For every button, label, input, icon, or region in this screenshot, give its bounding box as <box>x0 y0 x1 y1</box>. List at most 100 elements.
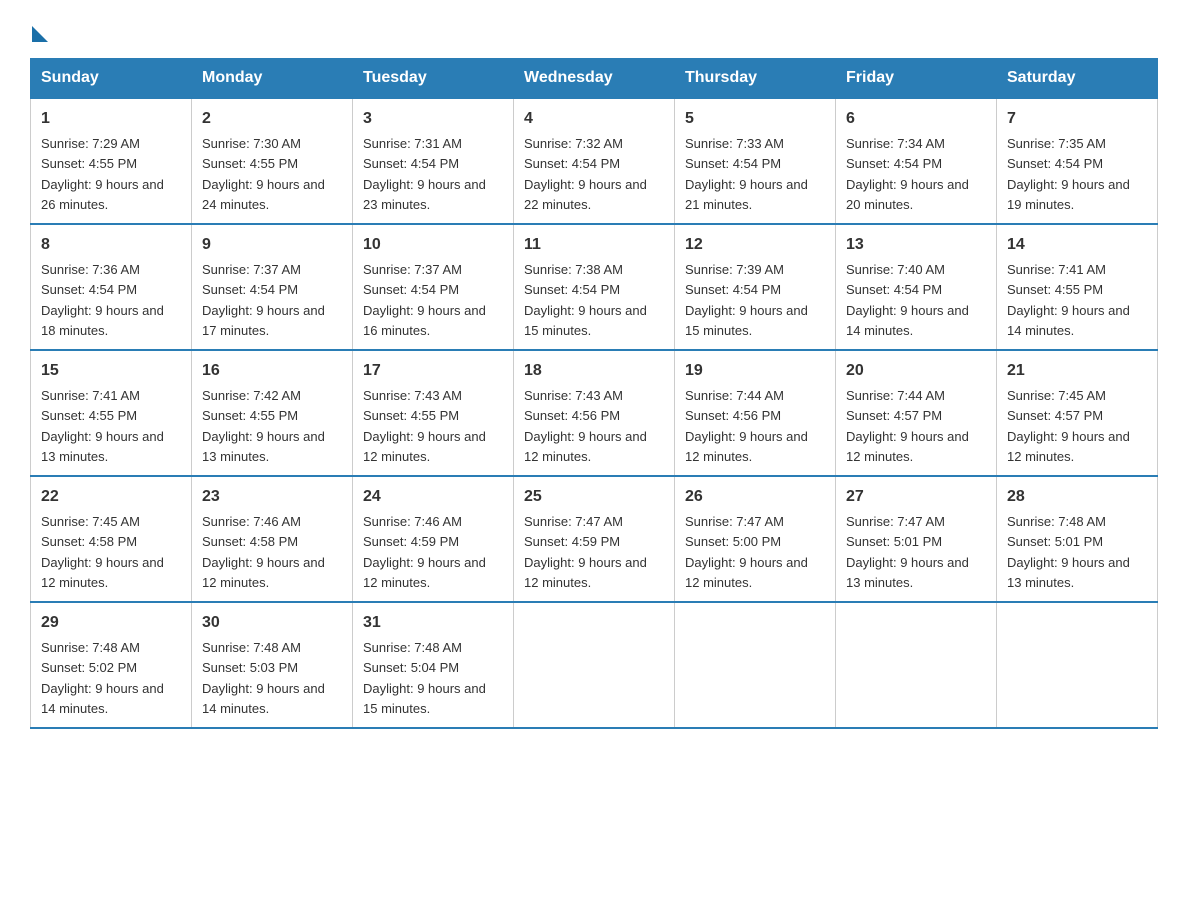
day-number: 9 <box>202 233 342 257</box>
calendar-cell <box>675 602 836 728</box>
day-sunrise: Sunrise: 7:43 AM <box>363 388 462 403</box>
day-daylight: Daylight: 9 hours and 15 minutes. <box>524 303 647 338</box>
day-sunrise: Sunrise: 7:44 AM <box>685 388 784 403</box>
day-daylight: Daylight: 9 hours and 12 minutes. <box>363 555 486 590</box>
day-number: 14 <box>1007 233 1147 257</box>
day-number: 10 <box>363 233 503 257</box>
day-daylight: Daylight: 9 hours and 12 minutes. <box>41 555 164 590</box>
day-daylight: Daylight: 9 hours and 18 minutes. <box>41 303 164 338</box>
day-sunrise: Sunrise: 7:36 AM <box>41 262 140 277</box>
logo <box>30 20 48 38</box>
day-sunrise: Sunrise: 7:43 AM <box>524 388 623 403</box>
day-daylight: Daylight: 9 hours and 14 minutes. <box>1007 303 1130 338</box>
day-sunset: Sunset: 5:01 PM <box>846 534 942 549</box>
day-daylight: Daylight: 9 hours and 14 minutes. <box>41 681 164 716</box>
day-sunrise: Sunrise: 7:33 AM <box>685 136 784 151</box>
day-number: 2 <box>202 107 342 131</box>
day-sunrise: Sunrise: 7:42 AM <box>202 388 301 403</box>
day-sunrise: Sunrise: 7:29 AM <box>41 136 140 151</box>
day-daylight: Daylight: 9 hours and 14 minutes. <box>202 681 325 716</box>
day-sunrise: Sunrise: 7:38 AM <box>524 262 623 277</box>
day-sunset: Sunset: 4:54 PM <box>846 156 942 171</box>
day-daylight: Daylight: 9 hours and 16 minutes. <box>363 303 486 338</box>
day-sunrise: Sunrise: 7:47 AM <box>846 514 945 529</box>
day-sunrise: Sunrise: 7:37 AM <box>202 262 301 277</box>
calendar-cell: 22 Sunrise: 7:45 AM Sunset: 4:58 PM Dayl… <box>31 476 192 602</box>
day-daylight: Daylight: 9 hours and 12 minutes. <box>685 555 808 590</box>
calendar-cell: 4 Sunrise: 7:32 AM Sunset: 4:54 PM Dayli… <box>514 98 675 224</box>
day-number: 7 <box>1007 107 1147 131</box>
day-sunset: Sunset: 4:57 PM <box>846 408 942 423</box>
day-sunset: Sunset: 4:59 PM <box>363 534 459 549</box>
day-daylight: Daylight: 9 hours and 13 minutes. <box>846 555 969 590</box>
day-sunset: Sunset: 4:54 PM <box>685 156 781 171</box>
day-daylight: Daylight: 9 hours and 13 minutes. <box>1007 555 1130 590</box>
calendar-cell: 15 Sunrise: 7:41 AM Sunset: 4:55 PM Dayl… <box>31 350 192 476</box>
calendar-week-1: 1 Sunrise: 7:29 AM Sunset: 4:55 PM Dayli… <box>31 98 1158 224</box>
day-sunset: Sunset: 4:54 PM <box>846 282 942 297</box>
calendar-cell: 25 Sunrise: 7:47 AM Sunset: 4:59 PM Dayl… <box>514 476 675 602</box>
day-number: 18 <box>524 359 664 383</box>
day-daylight: Daylight: 9 hours and 17 minutes. <box>202 303 325 338</box>
day-number: 24 <box>363 485 503 509</box>
calendar-cell: 9 Sunrise: 7:37 AM Sunset: 4:54 PM Dayli… <box>192 224 353 350</box>
calendar-cell: 30 Sunrise: 7:48 AM Sunset: 5:03 PM Dayl… <box>192 602 353 728</box>
day-daylight: Daylight: 9 hours and 12 minutes. <box>524 555 647 590</box>
header-monday: Monday <box>192 59 353 99</box>
day-sunset: Sunset: 5:03 PM <box>202 660 298 675</box>
day-sunrise: Sunrise: 7:31 AM <box>363 136 462 151</box>
day-sunrise: Sunrise: 7:37 AM <box>363 262 462 277</box>
day-number: 13 <box>846 233 986 257</box>
day-sunrise: Sunrise: 7:46 AM <box>363 514 462 529</box>
calendar-cell: 1 Sunrise: 7:29 AM Sunset: 4:55 PM Dayli… <box>31 98 192 224</box>
day-sunrise: Sunrise: 7:48 AM <box>202 640 301 655</box>
calendar-cell: 6 Sunrise: 7:34 AM Sunset: 4:54 PM Dayli… <box>836 98 997 224</box>
day-sunset: Sunset: 4:54 PM <box>41 282 137 297</box>
day-sunrise: Sunrise: 7:47 AM <box>685 514 784 529</box>
day-daylight: Daylight: 9 hours and 15 minutes. <box>363 681 486 716</box>
day-sunrise: Sunrise: 7:46 AM <box>202 514 301 529</box>
calendar-cell: 10 Sunrise: 7:37 AM Sunset: 4:54 PM Dayl… <box>353 224 514 350</box>
day-number: 20 <box>846 359 986 383</box>
day-daylight: Daylight: 9 hours and 26 minutes. <box>41 177 164 212</box>
day-number: 11 <box>524 233 664 257</box>
calendar-cell: 7 Sunrise: 7:35 AM Sunset: 4:54 PM Dayli… <box>997 98 1158 224</box>
day-daylight: Daylight: 9 hours and 12 minutes. <box>524 429 647 464</box>
day-daylight: Daylight: 9 hours and 13 minutes. <box>202 429 325 464</box>
day-sunset: Sunset: 4:55 PM <box>41 408 137 423</box>
day-sunrise: Sunrise: 7:40 AM <box>846 262 945 277</box>
day-number: 31 <box>363 611 503 635</box>
day-sunrise: Sunrise: 7:41 AM <box>41 388 140 403</box>
calendar-cell: 12 Sunrise: 7:39 AM Sunset: 4:54 PM Dayl… <box>675 224 836 350</box>
calendar-cell: 16 Sunrise: 7:42 AM Sunset: 4:55 PM Dayl… <box>192 350 353 476</box>
day-number: 29 <box>41 611 181 635</box>
logo-arrow-icon <box>32 26 48 42</box>
day-number: 15 <box>41 359 181 383</box>
day-daylight: Daylight: 9 hours and 24 minutes. <box>202 177 325 212</box>
day-sunset: Sunset: 5:00 PM <box>685 534 781 549</box>
day-sunrise: Sunrise: 7:47 AM <box>524 514 623 529</box>
day-sunrise: Sunrise: 7:48 AM <box>1007 514 1106 529</box>
day-daylight: Daylight: 9 hours and 21 minutes. <box>685 177 808 212</box>
day-sunset: Sunset: 4:54 PM <box>1007 156 1103 171</box>
header-friday: Friday <box>836 59 997 99</box>
day-number: 27 <box>846 485 986 509</box>
day-sunset: Sunset: 4:54 PM <box>685 282 781 297</box>
calendar-cell: 8 Sunrise: 7:36 AM Sunset: 4:54 PM Dayli… <box>31 224 192 350</box>
calendar-cell: 18 Sunrise: 7:43 AM Sunset: 4:56 PM Dayl… <box>514 350 675 476</box>
calendar-cell: 31 Sunrise: 7:48 AM Sunset: 5:04 PM Dayl… <box>353 602 514 728</box>
day-sunset: Sunset: 4:59 PM <box>524 534 620 549</box>
header-thursday: Thursday <box>675 59 836 99</box>
day-number: 1 <box>41 107 181 131</box>
day-daylight: Daylight: 9 hours and 12 minutes. <box>1007 429 1130 464</box>
day-sunset: Sunset: 4:55 PM <box>202 408 298 423</box>
day-number: 5 <box>685 107 825 131</box>
calendar-cell: 14 Sunrise: 7:41 AM Sunset: 4:55 PM Dayl… <box>997 224 1158 350</box>
day-daylight: Daylight: 9 hours and 20 minutes. <box>846 177 969 212</box>
header-row: SundayMondayTuesdayWednesdayThursdayFrid… <box>31 59 1158 99</box>
day-daylight: Daylight: 9 hours and 23 minutes. <box>363 177 486 212</box>
day-sunset: Sunset: 4:55 PM <box>41 156 137 171</box>
day-sunrise: Sunrise: 7:48 AM <box>363 640 462 655</box>
calendar-week-4: 22 Sunrise: 7:45 AM Sunset: 4:58 PM Dayl… <box>31 476 1158 602</box>
day-sunrise: Sunrise: 7:45 AM <box>41 514 140 529</box>
